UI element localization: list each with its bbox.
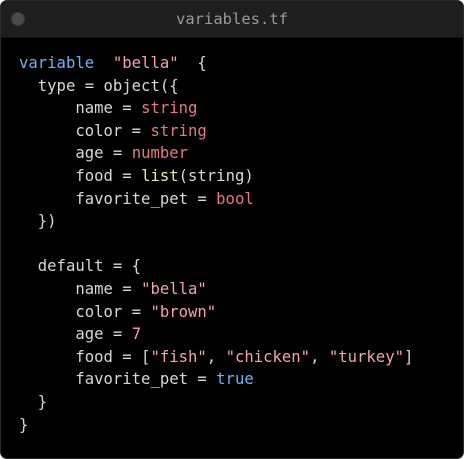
code-line-2: type = object({ (37, 76, 179, 95)
code-line-8: }) (37, 212, 57, 231)
code-line-15: favorite_pet = true (75, 370, 254, 389)
code-line-5: age = number (75, 144, 189, 163)
code-line-17: } (19, 415, 29, 434)
keyword-variable: variable (19, 54, 95, 72)
code-line-6: food = list(string) (75, 166, 254, 185)
variable-name: "bella" (112, 54, 179, 72)
code-line-3: name = string (75, 99, 198, 118)
code-line-16: } (37, 392, 48, 411)
code-block: variable "bella" { type = object({ name … (19, 52, 413, 436)
code-line-13: age = 7 (75, 325, 142, 344)
editor-window: variables.tf variable "bella" { type = o… (0, 0, 464, 459)
code-line-12: color = "brown" (75, 302, 217, 321)
code-line-10: default = { (37, 257, 142, 276)
window-title: variables.tf (176, 10, 288, 28)
open-brace: { (197, 54, 207, 72)
code-line-1: variable "bella" { (19, 52, 413, 75)
code-line-11: name = "bella" (75, 279, 207, 298)
code-line-4: color = string (75, 121, 207, 140)
code-line-7: favorite_pet = bool (75, 189, 254, 208)
code-line-14: food = ["fish", "chicken", "turkey"] (75, 347, 414, 366)
title-bar: variables.tf (1, 1, 463, 38)
